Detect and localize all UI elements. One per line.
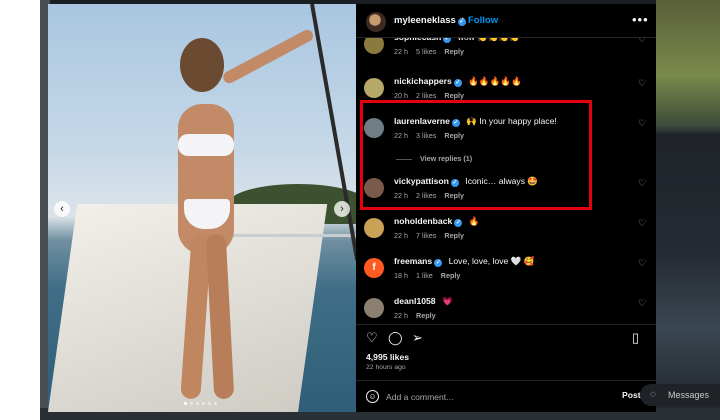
like-heart-icon[interactable]: ♡ [366, 331, 378, 345]
commenter-username[interactable]: sophiecash [394, 38, 441, 42]
comment-time: 18 h [394, 271, 408, 280]
save-bookmark-icon[interactable]: ▯ [632, 331, 639, 345]
carousel-dot [196, 402, 199, 405]
verified-badge-icon: ✓ [434, 259, 443, 267]
commenter-avatar[interactable] [364, 218, 384, 238]
author-avatar[interactable] [366, 12, 386, 32]
comment-composer: ☺ Post [356, 380, 656, 412]
share-send-icon[interactable]: ➢ [412, 331, 423, 345]
reply-button[interactable]: Reply [444, 231, 464, 240]
comment-meta: 18 h 1 like Reply [394, 271, 468, 280]
comment-item: f freemans ✓ Love, love, love 🤍 🥰 18 h 1 l… [356, 254, 656, 294]
like-comment-heart-icon[interactable]: ♡ [638, 38, 646, 45]
comment-line: sophiecash✓ wow 👏👏👏👏 [394, 38, 520, 43]
comment-likes[interactable]: 5 likes [416, 47, 436, 56]
carousel-dot [208, 402, 211, 405]
author-username[interactable]: myleeneklass ✓ [394, 15, 466, 26]
messages-chat-icon: ◌ [650, 389, 656, 400]
comment-line: nickichappers ✓ 🔥🔥🔥🔥🔥 [394, 76, 522, 87]
messages-label: Messages [668, 390, 710, 400]
comment-meta: 22 h 5 likes Reply [394, 47, 472, 56]
comment-text: 🔥 [468, 216, 480, 226]
post-dialog: ‹ › myleeneklass ✓ • Follow ••• ✓ 22 h 5… [48, 4, 656, 412]
comment-likes[interactable]: 7 likes [416, 231, 436, 240]
red-highlight-box [360, 100, 592, 210]
comment-item: deanl1058 💗 22 h Reply ♡ [356, 294, 656, 324]
comment-time: 22 h [394, 231, 408, 240]
comment-text: Love, love, love 🤍 🥰 [448, 256, 535, 266]
comment-line: noholdenback ✓ 🔥 [394, 216, 479, 227]
freemans-logo-icon[interactable]: f [364, 258, 384, 278]
reply-button[interactable]: Reply [444, 91, 464, 100]
post-comment-button[interactable]: Post [622, 390, 641, 400]
like-comment-heart-icon[interactable]: ♡ [638, 78, 646, 89]
like-comment-heart-icon[interactable]: ♡ [638, 298, 646, 309]
carousel-dot [190, 402, 193, 405]
background-tile-right [656, 0, 720, 420]
comment-time: 20 h [394, 91, 408, 100]
comment-time: 22 h [394, 311, 408, 320]
carousel-dot [202, 402, 205, 405]
comment-line: freemans ✓ Love, love, love 🤍 🥰 [394, 256, 535, 267]
comment-text: 💗 [441, 296, 453, 306]
comment-meta: 20 h 2 likes Reply [394, 91, 472, 100]
carousel-next-button[interactable]: › [334, 201, 350, 217]
post-side-panel: myleeneklass✓ • Follow ••• sophiecash✓ w… [356, 4, 656, 412]
comment-item: noholdenback ✓ 🔥 22 h 7 likes Reply ♡ [356, 214, 656, 254]
reply-button[interactable]: Reply [416, 311, 436, 320]
post-time-ago: 22 hours ago [366, 364, 406, 371]
comment-meta: 22 h Reply [394, 311, 444, 320]
emoji-smiley-icon[interactable]: ☺ [366, 390, 379, 403]
commenter-username[interactable]: noholdenback [394, 216, 452, 226]
carousel-prev-button[interactable]: ‹ [54, 201, 70, 217]
comment-line: deanl1058 💗 [394, 296, 453, 307]
messages-button[interactable]: ◌ Messages [640, 384, 720, 406]
comment-likes[interactable]: 2 likes [416, 91, 436, 100]
like-comment-heart-icon[interactable]: ♡ [638, 118, 646, 129]
likes-count[interactable]: 4,995 likes [366, 352, 409, 362]
post-photo[interactable]: ‹ › [48, 4, 356, 412]
follow-button[interactable]: Follow [468, 15, 498, 26]
verified-badge-icon: ✓ [453, 79, 462, 87]
comment-meta: 22 h 7 likes Reply [394, 231, 472, 240]
verified-badge-icon: ✓ [454, 219, 463, 227]
photo-person [128, 27, 316, 404]
carousel-dot [184, 402, 187, 405]
add-comment-input[interactable] [386, 389, 596, 405]
commenter-username[interactable]: nickichappers [394, 76, 452, 86]
verified-badge-icon: ✓ [443, 38, 452, 43]
commenter-username[interactable]: freemans [394, 256, 432, 266]
commenter-avatar[interactable] [364, 78, 384, 98]
commenter-avatar[interactable] [364, 298, 384, 318]
comment-text: wow 👏👏👏👏 [458, 38, 520, 42]
screenshot-stage: ‹ › myleeneklass ✓ • Follow ••• ✓ 22 h 5… [0, 0, 720, 420]
comment-time: 22 h [394, 47, 408, 56]
post-header: myleeneklass ✓ • Follow ••• [356, 4, 656, 38]
header-separator: • [461, 14, 465, 24]
commenter-avatar[interactable] [364, 38, 384, 54]
reply-button[interactable]: Reply [441, 271, 461, 280]
like-comment-heart-icon[interactable]: ♡ [638, 258, 646, 269]
more-options-icon[interactable]: ••• [632, 12, 649, 27]
like-comment-heart-icon[interactable]: ♡ [638, 178, 646, 189]
carousel-dot [214, 402, 217, 405]
comment-item: sophiecash✓ wow 👏👏👏👏 22 h 5 likes Reply ♡ [356, 38, 656, 70]
post-actions-bar: ♡ ◯ ➢ ▯ [356, 324, 656, 348]
like-comment-heart-icon[interactable]: ♡ [638, 218, 646, 229]
comment-text: 🔥🔥🔥🔥🔥 [468, 76, 522, 86]
comment-bubble-icon[interactable]: ◯ [388, 331, 403, 345]
comment-likes[interactable]: 1 like [416, 271, 433, 280]
commenter-username[interactable]: deanl1058 [394, 296, 436, 306]
comment-list[interactable]: sophiecash✓ wow 👏👏👏👏 22 h5 likesReply ♡ … [356, 38, 656, 324]
reply-button[interactable]: Reply [444, 47, 464, 56]
carousel-dots [184, 402, 217, 405]
